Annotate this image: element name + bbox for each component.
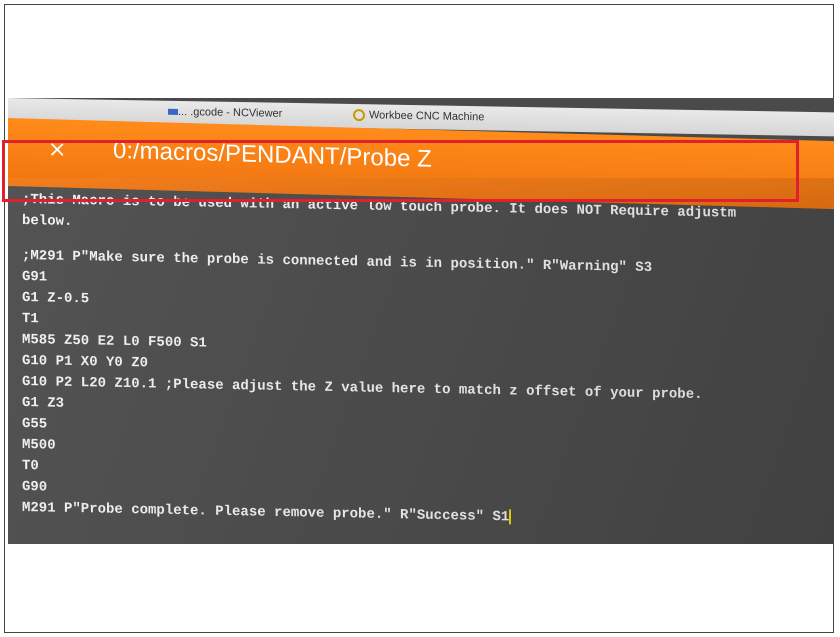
tab-workbee[interactable]: Workbee CNC Machine: [353, 109, 484, 123]
highlight-annotation-box: [2, 140, 799, 202]
workbee-icon: [353, 109, 365, 122]
code-editor[interactable]: ;This Macro is to be used with an active…: [22, 190, 834, 535]
tab-ncviewer[interactable]: ... .gcode - NCViewer: [178, 106, 282, 120]
text-cursor: [509, 509, 512, 525]
tab-favicon: [168, 108, 178, 115]
tab-workbee-label: Workbee CNC Machine: [369, 109, 485, 124]
